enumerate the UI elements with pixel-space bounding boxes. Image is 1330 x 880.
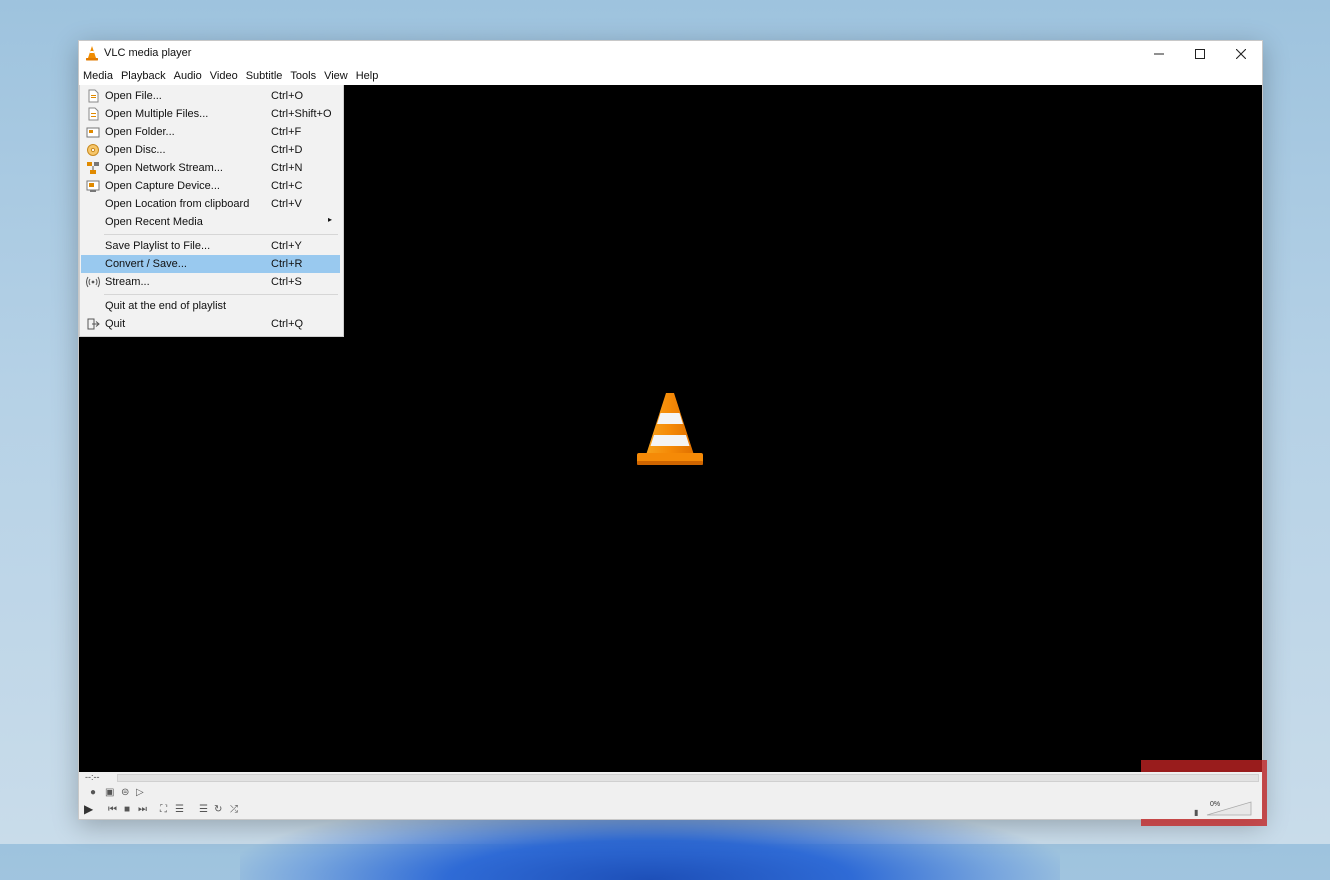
- menu-item-shortcut: Ctrl+N: [271, 162, 303, 174]
- vlc-cone-icon: [86, 46, 98, 61]
- play-button[interactable]: ▶: [84, 803, 93, 815]
- menu-item-label: Open Disc...: [105, 144, 166, 156]
- menu-item-open-network-stream[interactable]: Open Network Stream... Ctrl+N: [80, 159, 343, 177]
- maximize-icon: [1195, 49, 1205, 59]
- menu-item-shortcut: Ctrl+Q: [271, 318, 304, 330]
- disc-icon: [87, 144, 99, 156]
- menu-subtitle[interactable]: Subtitle: [242, 67, 287, 85]
- playback-controls: --:-- ● ▣ ⊜ ▷ ▶ ⏮ ■ ⏭ ⛶ ☰ ☰ ↻ ⤮ ▮ 0%: [79, 772, 1262, 819]
- menu-item-open-multiple-files[interactable]: Open Multiple Files... Ctrl+Shift+O: [80, 105, 343, 123]
- menu-video[interactable]: Video: [206, 67, 242, 85]
- menu-item-label: Quit at the end of playlist: [105, 300, 227, 312]
- maximize-button[interactable]: [1179, 41, 1221, 67]
- menu-item-open-file[interactable]: Open File... Ctrl+O: [80, 87, 343, 105]
- media-dropdown-menu: Open File... Ctrl+O Open Multiple Files.…: [79, 85, 344, 337]
- loop-icon[interactable]: ↻: [214, 804, 222, 816]
- menu-separator: [104, 234, 338, 235]
- menu-item-label: Open Folder...: [105, 126, 175, 138]
- menu-item-label: Open File...: [105, 90, 162, 102]
- vlc-cone-logo: [637, 393, 703, 465]
- menu-item-stream[interactable]: Stream... Ctrl+S: [80, 273, 343, 291]
- loop-ab-icon[interactable]: ⊜: [121, 787, 129, 799]
- record-icon[interactable]: ●: [90, 787, 96, 799]
- menu-item-shortcut: Ctrl+V: [271, 198, 302, 210]
- snapshot-icon[interactable]: ▣: [105, 787, 114, 799]
- menu-item-shortcut: Ctrl+F: [271, 126, 302, 138]
- menu-item-shortcut: Ctrl+S: [271, 276, 302, 288]
- menu-view[interactable]: View: [320, 67, 352, 85]
- close-button[interactable]: [1220, 41, 1262, 67]
- quit-icon: [87, 318, 100, 330]
- menu-item-convert-save[interactable]: Convert / Save... Ctrl+R: [81, 255, 340, 273]
- file-icon: [88, 89, 99, 103]
- minimize-icon: [1154, 53, 1164, 55]
- window-title: VLC media player: [104, 47, 192, 59]
- stream-icon: [86, 276, 100, 288]
- shuffle-icon[interactable]: ⤮: [230, 804, 238, 816]
- menu-item-shortcut: Ctrl+Y: [271, 240, 302, 252]
- menu-item-shortcut: Ctrl+D: [271, 144, 303, 156]
- frame-step-icon[interactable]: ▷: [136, 787, 144, 799]
- fullscreen-icon[interactable]: ⛶: [160, 804, 167, 816]
- volume-percentage: 0%: [1210, 801, 1221, 808]
- menu-tools[interactable]: Tools: [286, 67, 320, 85]
- menu-item-open-disc[interactable]: Open Disc... Ctrl+D: [80, 141, 343, 159]
- menu-item-label: Open Multiple Files...: [105, 108, 209, 120]
- menu-item-open-capture-device[interactable]: Open Capture Device... Ctrl+C: [80, 177, 343, 195]
- next-icon[interactable]: ⏭: [138, 804, 147, 816]
- menu-item-open-recent-media[interactable]: Open Recent Media ▸: [80, 213, 343, 231]
- capture-device-icon: [86, 180, 100, 192]
- close-icon: [1236, 49, 1246, 59]
- extended-settings-icon[interactable]: ☰: [175, 804, 184, 816]
- previous-icon[interactable]: ⏮: [108, 804, 117, 816]
- menu-item-open-folder[interactable]: Open Folder... Ctrl+F: [80, 123, 343, 141]
- menu-audio[interactable]: Audio: [170, 67, 206, 85]
- menu-playback[interactable]: Playback: [117, 67, 170, 85]
- menu-item-quit[interactable]: Quit Ctrl+Q: [80, 315, 343, 333]
- menu-item-label: Stream...: [105, 276, 150, 288]
- menu-item-label: Quit: [105, 318, 126, 330]
- vlc-window: VLC media player Media Playback Audio Vi…: [78, 40, 1267, 826]
- seek-slider[interactable]: [117, 774, 1259, 782]
- menu-item-label: Open Network Stream...: [105, 162, 223, 174]
- menu-help[interactable]: Help: [352, 67, 383, 85]
- stop-icon[interactable]: ■: [124, 804, 130, 816]
- minimize-button[interactable]: [1138, 41, 1180, 67]
- menu-item-shortcut: Ctrl+C: [271, 180, 303, 192]
- menu-item-shortcut: Ctrl+O: [271, 90, 304, 102]
- menu-item-save-playlist[interactable]: Save Playlist to File... Ctrl+Y: [80, 237, 343, 255]
- menu-media[interactable]: Media: [79, 67, 117, 85]
- menu-item-shortcut: Ctrl+Shift+O: [271, 108, 332, 120]
- submenu-arrow-icon: ▸: [328, 215, 333, 224]
- folder-icon: [86, 127, 100, 138]
- menu-item-quit-end-playlist[interactable]: Quit at the end of playlist: [80, 297, 343, 315]
- network-icon: [87, 162, 99, 174]
- title-bar: VLC media player: [79, 41, 1262, 67]
- menu-item-label: Open Recent Media: [105, 216, 203, 228]
- menu-separator: [104, 294, 338, 295]
- elapsed-time: --:--: [85, 772, 100, 782]
- menu-item-label: Convert / Save...: [105, 258, 187, 270]
- menu-item-label: Save Playlist to File...: [105, 240, 211, 252]
- speaker-icon[interactable]: ▮: [1194, 808, 1198, 817]
- menu-item-label: Open Capture Device...: [105, 180, 220, 192]
- menu-item-shortcut: Ctrl+R: [271, 258, 303, 270]
- multiple-files-icon: [88, 107, 99, 121]
- playlist-icon[interactable]: ☰: [199, 804, 208, 816]
- menu-item-open-location-clipboard[interactable]: Open Location from clipboard Ctrl+V: [80, 195, 343, 213]
- menu-bar: Media Playback Audio Video Subtitle Tool…: [79, 67, 1262, 85]
- menu-item-label: Open Location from clipboard: [105, 198, 250, 210]
